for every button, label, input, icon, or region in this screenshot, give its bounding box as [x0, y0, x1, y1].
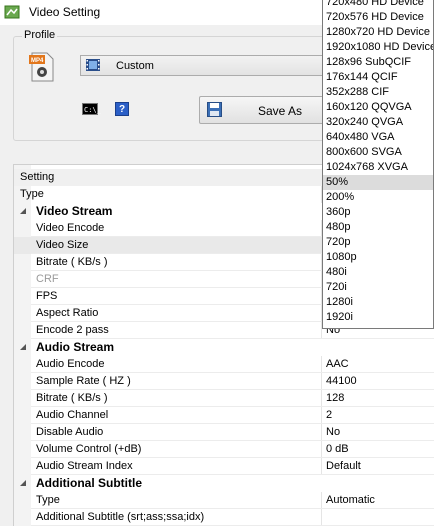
grid-row[interactable]: Volume Control (+dB) 0 dB	[14, 441, 434, 458]
collapse-icon[interactable]	[19, 479, 27, 487]
column-separator	[321, 407, 322, 424]
dropdown-option[interactable]: 1024x768 XVGA	[323, 160, 433, 175]
grid-row[interactable]: Additional Subtitle (srt;ass;ssa;idx)	[14, 509, 434, 526]
setting-value[interactable]: No	[326, 426, 340, 438]
setting-value[interactable]: 128	[326, 392, 344, 404]
setting-name: Disable Audio	[36, 426, 104, 438]
setting-name: FPS	[36, 290, 58, 302]
setting-name: CRF	[36, 273, 59, 285]
type-label: Type	[20, 188, 44, 200]
mp4-file-icon: MP4	[29, 52, 54, 82]
dropdown-option[interactable]: 640x480 VGA	[323, 130, 433, 145]
setting-name: Bitrate ( KB/s )	[36, 392, 108, 404]
setting-name: Bitrate ( KB/s )	[36, 256, 108, 268]
setting-value[interactable]: 0 dB	[326, 443, 349, 455]
video-size-dropdown-list[interactable]: 720x480 HD Device 720x576 HD Device 1280…	[322, 0, 434, 329]
dropdown-option[interactable]: 720p	[323, 235, 433, 250]
setting-name: Sample Rate ( HZ )	[36, 375, 131, 387]
column-separator	[321, 458, 322, 475]
dropdown-option[interactable]: 176x144 QCIF	[323, 70, 433, 85]
setting-name: Audio Stream Index	[36, 460, 133, 472]
group-title: Audio Stream	[36, 340, 115, 354]
setting-name: Type	[36, 494, 60, 506]
setting-name: Video Size	[36, 239, 89, 251]
column-separator	[321, 373, 322, 390]
setting-value[interactable]: 2	[326, 409, 332, 421]
dropdown-option[interactable]: 360p	[323, 205, 433, 220]
setting-name: Additional Subtitle (srt;ass;ssa;idx)	[36, 511, 205, 523]
grid-row[interactable]: Audio Stream Index Default	[14, 458, 434, 475]
dropdown-option[interactable]: 352x288 CIF	[323, 85, 433, 100]
dropdown-option[interactable]: 800x600 SVGA	[323, 145, 433, 160]
setting-column-header: Setting	[20, 171, 55, 183]
dropdown-option[interactable]: 128x96 SubQCIF	[323, 55, 433, 70]
setting-name: Aspect Ratio	[36, 307, 99, 319]
dropdown-option[interactable]: 720x576 HD Device	[323, 10, 433, 25]
profile-select[interactable]: Custom	[80, 55, 340, 76]
dropdown-option[interactable]: 1280x720 HD Device	[323, 25, 433, 40]
group-audio-stream[interactable]: Audio Stream	[14, 339, 434, 356]
dropdown-option[interactable]: 480i	[323, 265, 433, 280]
help-icon[interactable]: ?	[115, 102, 129, 116]
setting-name: Encode 2 pass	[36, 324, 109, 336]
grid-row[interactable]: Audio Channel 2	[14, 407, 434, 424]
setting-name: Volume Control (+dB)	[36, 443, 142, 455]
dropdown-option[interactable]: 480p	[323, 220, 433, 235]
dropdown-option[interactable]: 320x240 QVGA	[323, 115, 433, 130]
setting-name: Audio Channel	[36, 409, 109, 421]
dropdown-option[interactable]: 1920i	[323, 310, 433, 325]
grid-row[interactable]: Type Automatic	[14, 492, 434, 509]
grid-row[interactable]: Sample Rate ( HZ ) 44100	[14, 373, 434, 390]
save-as-button[interactable]: Save As	[199, 96, 339, 124]
column-separator	[321, 441, 322, 458]
setting-value[interactable]: Automatic	[326, 494, 375, 506]
dropdown-option[interactable]: 1280i	[323, 295, 433, 310]
column-separator	[321, 509, 322, 526]
setting-name: Audio Encode	[36, 358, 105, 370]
grid-row[interactable]: Audio Encode AAC	[14, 356, 434, 373]
grid-row[interactable]: Disable Audio No	[14, 424, 434, 441]
dropdown-option[interactable]: 1080p	[323, 250, 433, 265]
floppy-disk-icon	[207, 102, 222, 117]
dropdown-option[interactable]: 720x480 HD Device	[323, 0, 433, 10]
grid-row[interactable]: Bitrate ( KB/s ) 128	[14, 390, 434, 407]
column-separator	[321, 390, 322, 407]
column-separator	[321, 356, 322, 373]
setting-value[interactable]: Default	[326, 460, 361, 472]
dropdown-option[interactable]: 160x120 QQVGA	[323, 100, 433, 115]
group-title: Video Stream	[36, 204, 113, 218]
group-additional-subtitle[interactable]: Additional Subtitle	[14, 475, 434, 492]
setting-value[interactable]: 44100	[326, 375, 357, 387]
setting-value[interactable]: AAC	[326, 358, 349, 370]
window-title: Video Setting	[29, 5, 101, 19]
dropdown-option[interactable]: 1920x1080 HD Device	[323, 40, 433, 55]
column-separator	[321, 492, 322, 509]
film-icon	[86, 59, 100, 71]
setting-name: Video Encode	[36, 222, 105, 234]
dropdown-option-selected[interactable]: 50%	[323, 175, 433, 190]
profile-select-value: Custom	[116, 60, 154, 72]
profile-label: Profile	[22, 29, 58, 41]
save-as-label: Save As	[258, 104, 303, 118]
command-prompt-icon[interactable]: C:\_	[82, 103, 101, 115]
dropdown-option[interactable]: 200%	[323, 190, 433, 205]
collapse-icon[interactable]	[19, 343, 27, 351]
column-separator	[321, 424, 322, 441]
svg-text:MP4: MP4	[31, 58, 44, 64]
group-title: Additional Subtitle	[36, 476, 142, 490]
collapse-icon[interactable]	[19, 207, 27, 215]
video-settings-icon	[4, 5, 20, 19]
dropdown-option[interactable]: 720i	[323, 280, 433, 295]
